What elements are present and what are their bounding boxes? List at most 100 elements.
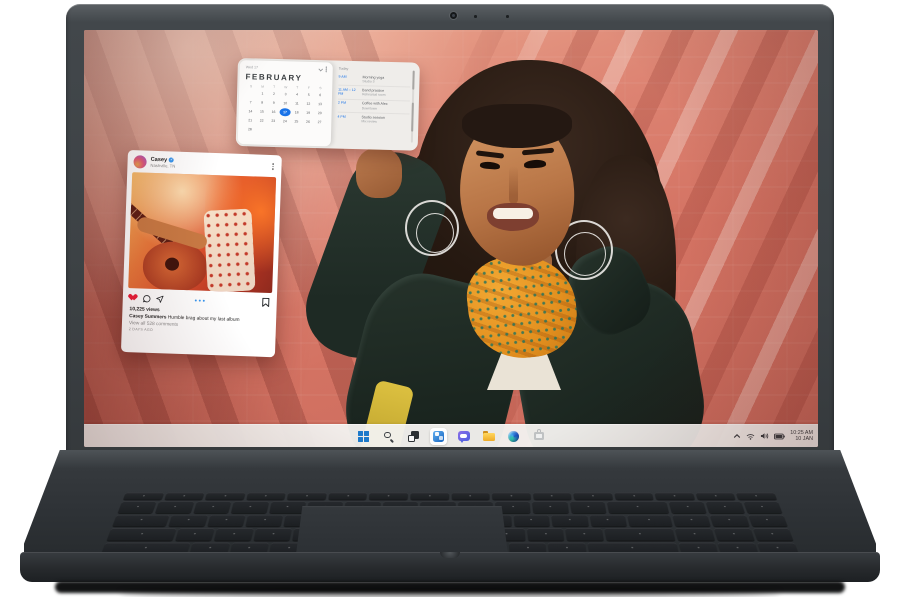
calendar-day[interactable]: 4: [291, 90, 303, 98]
keyboard-key: [614, 493, 654, 500]
bookmark-icon[interactable]: [262, 298, 270, 307]
calendar-day[interactable]: 7: [245, 98, 257, 106]
agenda-line: Studio 3: [362, 79, 384, 84]
calendar-day[interactable]: 11: [291, 99, 303, 107]
keyboard-key: [675, 528, 715, 540]
calendar-day[interactable]: 19: [302, 108, 314, 116]
keyboard-key: [175, 528, 215, 540]
calendar-day[interactable]: 25: [291, 117, 303, 125]
keyboard-key: [269, 501, 306, 512]
calendar-dow: S: [245, 84, 257, 88]
keyboard-key: [214, 528, 253, 540]
agenda-time: 2 PM: [338, 101, 359, 110]
agenda-text: Morning yogaStudio 3: [362, 75, 384, 84]
calendar-day: [302, 126, 314, 134]
calendar-day[interactable]: 14: [245, 107, 257, 115]
calendar-day[interactable]: 21: [244, 116, 256, 124]
white-tank-top: [203, 208, 255, 292]
agenda-time: 4 PM: [337, 114, 358, 123]
username[interactable]: Casey: [151, 157, 168, 164]
more-icon[interactable]: [325, 69, 326, 70]
keyboard-key: [566, 528, 604, 540]
keyboard-key: [231, 501, 268, 512]
calendar-day[interactable]: 23: [267, 116, 279, 124]
agenda-line: Downtown: [362, 106, 388, 111]
calendar-day[interactable]: 17: [279, 108, 291, 116]
task-view-icon[interactable]: [405, 428, 422, 445]
keyboard-key: [710, 515, 749, 527]
taskbar: 10:25 AM 10 JAN: [84, 424, 818, 447]
calendar-day[interactable]: 16: [268, 107, 280, 115]
post-photo[interactable]: [128, 172, 276, 293]
calendar-day[interactable]: 27: [314, 118, 326, 126]
calendar-agenda-panel: Today 9 AMMorning yogaStudio 311 AM – 12…: [335, 64, 416, 148]
keyboard-key: [156, 501, 195, 512]
keyboard-key: [107, 528, 176, 540]
calendar-day[interactable]: 5: [303, 90, 315, 98]
like-heart-icon[interactable]: [130, 294, 138, 301]
start-icon[interactable]: [355, 428, 372, 445]
caption-author[interactable]: Casey Summers: [129, 314, 166, 320]
calendar-day[interactable]: 22: [256, 116, 268, 124]
keyboard-key: [533, 493, 572, 500]
calendar-day: [290, 126, 302, 134]
keyboard-key: [527, 528, 564, 540]
keyboard-key: [570, 501, 607, 512]
keyboard-key: [604, 528, 675, 540]
calendar-day[interactable]: 24: [279, 117, 291, 125]
calendar-day[interactable]: 26: [302, 117, 314, 125]
keyboard-key: [246, 515, 284, 527]
laptop-screen: Wed 17 FEBRUARY SMTWTFS 1234567891011121…: [84, 30, 818, 447]
calendar-day[interactable]: 2: [268, 89, 280, 97]
calendar-day[interactable]: 28: [244, 125, 256, 133]
calendar-dow: T: [268, 84, 280, 88]
volume-icon[interactable]: [760, 432, 769, 440]
calendar-day[interactable]: 20: [314, 109, 326, 117]
search-icon[interactable]: [380, 428, 397, 445]
keyboard-key: [714, 528, 754, 540]
chat-icon[interactable]: [455, 428, 472, 445]
calendar-dow: S: [315, 86, 327, 90]
calendar-day: [279, 126, 291, 134]
agenda-scrollbar[interactable]: [410, 71, 414, 143]
comment-icon[interactable]: [143, 294, 151, 302]
share-icon[interactable]: [156, 295, 164, 303]
chevron-up-icon[interactable]: [733, 433, 741, 439]
calendar-day[interactable]: 1: [257, 89, 269, 97]
file-explorer-icon[interactable]: [480, 428, 497, 445]
microphone-dot: [474, 15, 477, 18]
agenda-text: Coffee with AlexDowntown: [362, 102, 388, 111]
calendar-day[interactable]: 12: [303, 99, 315, 107]
more-vertical-icon[interactable]: [270, 161, 276, 172]
clock[interactable]: 10:25 AM 10 JAN: [790, 430, 813, 443]
store-icon[interactable]: [530, 428, 547, 445]
keyboard-key: [655, 493, 695, 500]
calendar-widget[interactable]: Wed 17 FEBRUARY SMTWTFS 1234567891011121…: [236, 58, 420, 151]
calendar-day[interactable]: 6: [314, 91, 326, 99]
avatar[interactable]: [133, 155, 146, 168]
calendar-day[interactable]: 8: [256, 98, 268, 106]
calendar-day[interactable]: 18: [291, 108, 303, 116]
agenda-time: 9 AM: [338, 74, 359, 83]
keyboard-key: [164, 493, 204, 500]
battery-icon[interactable]: [774, 433, 785, 440]
social-post-card[interactable]: Casey ✓ Nashville, TN: [121, 150, 282, 357]
calendar-day[interactable]: 9: [268, 98, 280, 106]
widgets-icon[interactable]: [430, 428, 447, 445]
chevron-down-icon[interactable]: [318, 67, 323, 72]
calendar-day[interactable]: 13: [314, 100, 326, 108]
calendar-day[interactable]: 3: [280, 90, 292, 98]
calendar-day: [245, 89, 257, 97]
wifi-icon[interactable]: [746, 432, 755, 440]
hand: [356, 148, 402, 198]
product-photo-stage: Wed 17 FEBRUARY SMTWTFS 1234567891011121…: [0, 0, 900, 597]
keyboard-key: [514, 515, 550, 527]
edge-icon[interactable]: [505, 428, 522, 445]
calendar-dow: T: [291, 85, 303, 89]
calendar-dow: M: [257, 84, 269, 88]
calendar-day: [267, 125, 279, 133]
calendar-day[interactable]: 10: [279, 99, 291, 107]
calendar-day[interactable]: 15: [256, 107, 268, 115]
agenda-item[interactable]: 4 PMStudio sessionMix review: [337, 111, 409, 126]
keyboard-key: [451, 493, 489, 500]
